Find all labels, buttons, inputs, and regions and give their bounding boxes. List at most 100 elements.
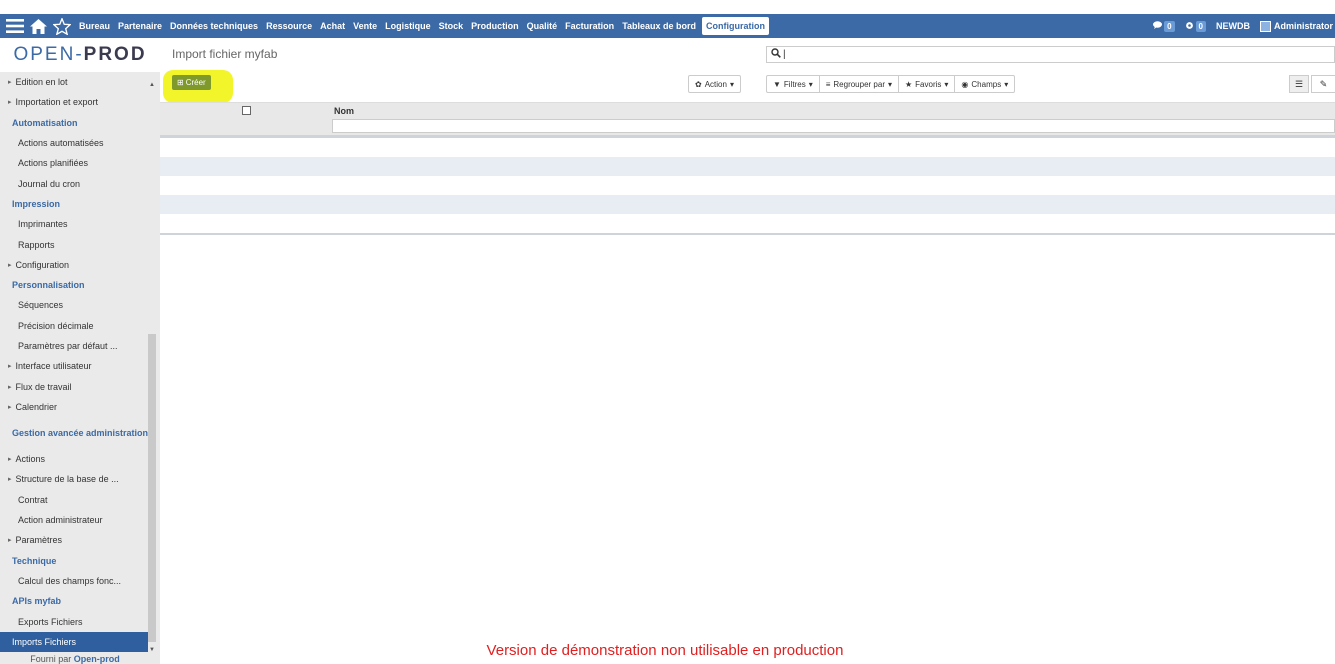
- sidebar-item-importation-et-export[interactable]: ▸ Importation et export: [0, 92, 160, 112]
- sidebar-item-rapports[interactable]: Rapports: [0, 234, 160, 254]
- sidebar-item-label: APIs myfab: [12, 596, 62, 607]
- menu-item-donn-es-techniques[interactable]: Données techniques: [166, 14, 262, 38]
- sidebar-item-label: Rapports: [18, 239, 55, 250]
- sidebar-item-edition-en-lot[interactable]: ▸ Edition en lot: [0, 72, 160, 92]
- activities-count: 0: [1195, 20, 1206, 32]
- sidebar-item-imports-fichiers[interactable]: Imports Fichiers: [0, 631, 148, 653]
- filters-button[interactable]: ▼ Filtres ▾: [767, 76, 820, 92]
- sidebar-item-actions[interactable]: ▸ Actions: [0, 449, 160, 469]
- sidebar-item-actions-planifi-es[interactable]: Actions planifiées: [0, 153, 160, 173]
- sidebar-item-label: Imprimantes: [18, 219, 68, 230]
- activities-indicator[interactable]: 0: [1185, 20, 1206, 32]
- home-icon[interactable]: [30, 18, 47, 34]
- column-filter-row: [160, 118, 1335, 135]
- star-favorites-icon[interactable]: [53, 17, 71, 35]
- sidebar-item-param-tres-par-d-faut[interactable]: Paramètres par défaut ...: [0, 336, 160, 356]
- menu-item-facturation[interactable]: Facturation: [561, 14, 618, 38]
- menu-item-stock[interactable]: Stock: [435, 14, 468, 38]
- group-by-button[interactable]: ≡ Regrouper par ▾: [820, 76, 899, 92]
- sidebar-item-flux-de-travail[interactable]: ▸ Flux de travail: [0, 376, 160, 396]
- name-filter-input[interactable]: [332, 119, 1335, 133]
- database-name[interactable]: NEWDB: [1216, 21, 1250, 31]
- scroll-down-arrow-icon[interactable]: ▼: [149, 647, 155, 653]
- caret-right-icon: ▸: [8, 363, 12, 371]
- menu-item-qualit-[interactable]: Qualité: [523, 14, 562, 38]
- scroll-up-arrow-icon[interactable]: ▲: [149, 82, 155, 88]
- group-by-label: Regrouper par: [833, 79, 885, 89]
- column-header-nom[interactable]: Nom: [334, 106, 354, 116]
- demo-notice: Version de démonstration non utilisable …: [160, 642, 1335, 659]
- caret-down-icon: ▾: [944, 79, 949, 89]
- sidebar-item-interface-utilisateur[interactable]: ▸ Interface utilisateur: [0, 356, 160, 376]
- sidebar-item-label: Contrat: [18, 494, 48, 505]
- search-icon: [771, 48, 781, 61]
- sidebar-item-param-tres[interactable]: ▸ Paramètres: [0, 530, 160, 550]
- sidebar-item-label: Configuration: [15, 259, 70, 270]
- fields-label: Champs: [971, 79, 1002, 89]
- sidebar-item-structure-de-la-base-de[interactable]: ▸ Structure de la base de ...: [0, 469, 160, 489]
- powered-by-link[interactable]: Open-prod: [74, 654, 120, 664]
- sidebar-item-label: Technique: [12, 555, 57, 566]
- select-all-checkbox[interactable]: [242, 106, 251, 115]
- menu-item-vente[interactable]: Vente: [349, 14, 381, 38]
- sidebar-item-journal-du-cron[interactable]: Journal du cron: [0, 173, 160, 193]
- caret-right-icon: ▸: [8, 261, 12, 269]
- sidebar-item-label: Imports Fichiers: [12, 636, 77, 647]
- menu-item-tableaux-de-bord[interactable]: Tableaux de bord: [618, 14, 700, 38]
- powered-by: Fourni par Open-prod: [0, 654, 150, 664]
- sidebar-item-calcul-des-champs-fonc[interactable]: Calcul des champs fonc...: [0, 571, 160, 591]
- favorites-button[interactable]: ★ Favoris ▾: [899, 76, 956, 92]
- menu-item-logistique[interactable]: Logistique: [381, 14, 435, 38]
- sidebar-section-automatisation: Automatisation: [0, 113, 160, 133]
- main-menu: Bureau Partenaire Données techniques Ressou…: [75, 14, 770, 38]
- sidebar-item-label: Calendrier: [15, 401, 58, 412]
- topbar-right: 0 0 NEWDB Administrator: [1153, 14, 1335, 38]
- sidebar-item-configuration[interactable]: ▸ Configuration: [0, 255, 160, 275]
- title-row: Import fichier myfab |: [160, 38, 1335, 68]
- action-dropdown-button[interactable]: ✿ Action ▾: [688, 75, 741, 93]
- plus-square-icon: ⊞: [177, 78, 184, 87]
- form-view-button[interactable]: ✎: [1311, 75, 1335, 93]
- logo[interactable]: OPEN - PROD: [0, 38, 160, 72]
- sidebar-scrollbar[interactable]: [148, 334, 156, 642]
- page-title: Import fichier myfab: [172, 47, 278, 61]
- sidebar-section-gestion-avanc-e-administration: Gestion avancée administration: [0, 417, 160, 449]
- search-value: |: [783, 49, 786, 60]
- caret-right-icon: ▸: [8, 403, 12, 411]
- search-options: ▼ Filtres ▾ ≡ Regrouper par ▾ ★ Favoris …: [766, 75, 1016, 93]
- sidebar-item-pr-cision-d-cimale[interactable]: Précision décimale: [0, 316, 160, 336]
- menu-item-ressource[interactable]: Ressource: [262, 14, 316, 38]
- menu-item-achat[interactable]: Achat: [316, 14, 349, 38]
- sidebar-item-imprimantes[interactable]: Imprimantes: [0, 214, 160, 234]
- messages-indicator[interactable]: 0: [1153, 20, 1175, 32]
- sidebar-item-exports-fichiers[interactable]: Exports Fichiers: [0, 611, 160, 631]
- star-icon: ★: [905, 79, 913, 89]
- bars-icon: ≡: [825, 79, 831, 89]
- sidebar-item-actions-automatis-es[interactable]: Actions automatisées: [0, 133, 160, 153]
- menu-item-bureau[interactable]: Bureau: [75, 14, 114, 38]
- sidebar-item-label: Actions automatisées: [18, 138, 104, 149]
- search-input[interactable]: |: [766, 46, 1335, 63]
- caret-right-icon: ▸: [8, 456, 12, 464]
- sidebar-item-label: Impression: [12, 198, 61, 209]
- table-row: [160, 157, 1335, 176]
- sidebar-nav: ▸ Edition en lot ▸ Importation et export Aut…: [0, 72, 160, 653]
- sidebar-item-contrat[interactable]: Contrat: [0, 490, 160, 510]
- menu-item-partenaire[interactable]: Partenaire: [114, 14, 166, 38]
- sidebar-item-label: Journal du cron: [18, 178, 81, 189]
- sidebar-item-s-quences[interactable]: Séquences: [0, 295, 160, 315]
- create-button[interactable]: ⊞ Créer: [172, 75, 211, 90]
- caret-right-icon: ▸: [8, 99, 12, 107]
- sidebar-item-label: Structure de la base de ...: [15, 474, 119, 485]
- list-icon: ☰: [1294, 78, 1304, 89]
- menu-item-configuration[interactable]: Configuration: [702, 17, 770, 35]
- hamburger-menu-icon[interactable]: [6, 19, 24, 33]
- menu-item-production[interactable]: Production: [467, 14, 523, 38]
- list-view-button[interactable]: ☰: [1289, 75, 1309, 93]
- sidebar-item-calendrier[interactable]: ▸ Calendrier: [0, 397, 160, 417]
- sidebar-item-action-administrateur[interactable]: Action administrateur: [0, 510, 160, 530]
- user-menu[interactable]: Administrator: [1259, 20, 1335, 32]
- fields-button[interactable]: ◉ Champs ▾: [955, 76, 1014, 92]
- list-table: Nom: [160, 102, 1335, 235]
- table-footer-line: [160, 233, 1335, 235]
